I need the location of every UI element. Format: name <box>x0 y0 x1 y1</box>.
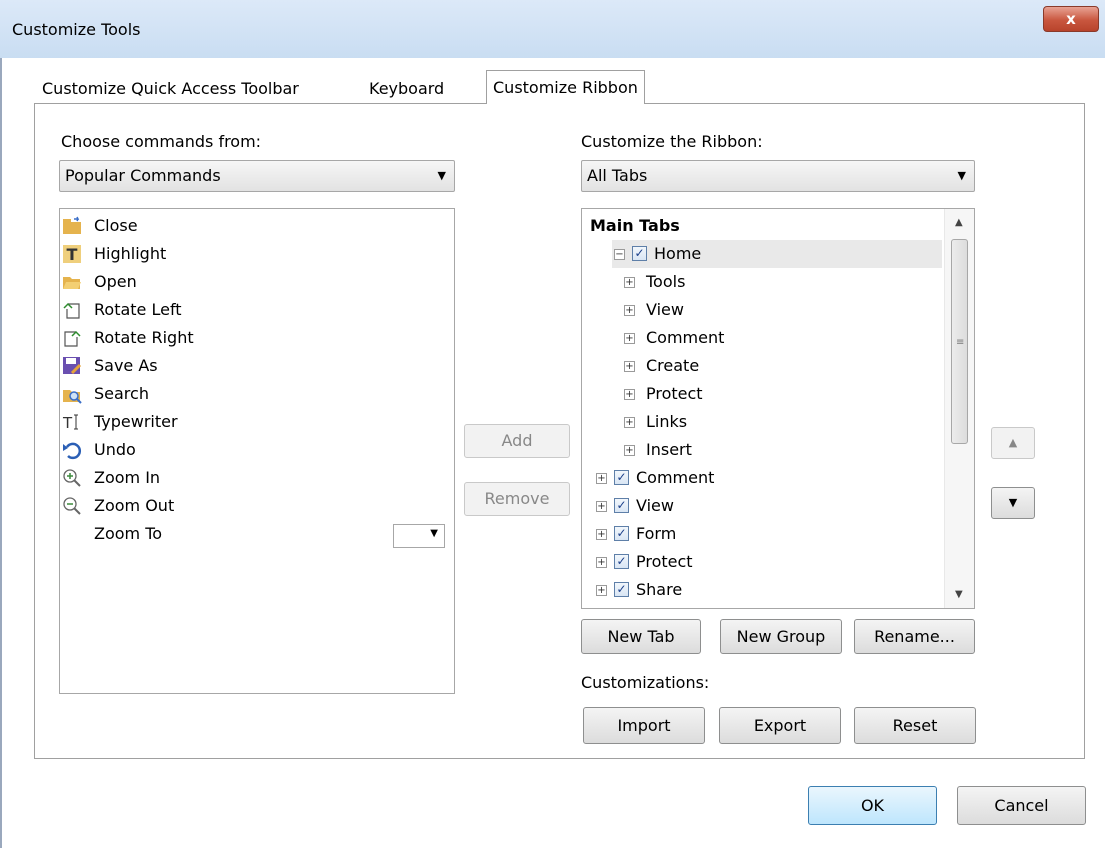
window-title: Customize Tools <box>12 20 141 39</box>
import-button[interactable]: Import <box>583 707 705 744</box>
new-group-button[interactable]: New Group <box>720 619 842 654</box>
customize-ribbon-label: Customize the Ribbon: <box>581 132 763 151</box>
expand-icon[interactable]: + <box>624 389 635 400</box>
tab-keyboard[interactable]: Keyboard <box>369 76 444 102</box>
checkbox-checked-icon[interactable]: ✓ <box>614 582 629 597</box>
tree-item-form-tab[interactable]: + ✓ Form <box>594 520 954 548</box>
rotate-right-icon <box>62 328 82 348</box>
title-bar: Customize Tools x <box>0 0 1105 58</box>
dropdown-arrow-icon: ▼ <box>957 169 966 182</box>
save-as-icon <box>62 356 82 376</box>
checkbox-checked-icon[interactable]: ✓ <box>614 470 629 485</box>
commands-source-value: Popular Commands <box>65 166 221 185</box>
list-item[interactable]: Close <box>60 212 440 240</box>
list-item[interactable]: Save As <box>60 352 440 380</box>
expand-icon[interactable]: + <box>596 557 607 568</box>
grip-icon: ≡ <box>956 337 965 348</box>
collapse-icon[interactable]: − <box>614 249 625 260</box>
choose-commands-label: Choose commands from: <box>61 132 262 151</box>
checkbox-checked-icon[interactable]: ✓ <box>614 526 629 541</box>
tree-item-comment-tab[interactable]: + ✓ Comment <box>594 464 954 492</box>
tree-item-links[interactable]: + Links <box>622 408 974 436</box>
zoom-to-dropdown[interactable]: ▼ <box>393 524 445 548</box>
expand-icon[interactable]: + <box>596 529 607 540</box>
tab-customize-quick-access-toolbar[interactable]: Customize Quick Access Toolbar <box>42 76 299 102</box>
tab-customize-ribbon[interactable]: Customize Ribbon <box>486 70 645 104</box>
checkbox-checked-icon[interactable]: ✓ <box>614 554 629 569</box>
ribbon-tabs-dropdown[interactable]: All Tabs ▼ <box>581 160 975 192</box>
list-item[interactable]: Rotate Left <box>60 296 440 324</box>
open-folder-icon <box>62 272 82 292</box>
zoom-in-icon <box>62 468 82 488</box>
list-item[interactable]: Open <box>60 268 440 296</box>
scroll-up-icon[interactable]: ▲ <box>955 217 963 228</box>
expand-icon[interactable]: + <box>596 473 607 484</box>
triangle-down-icon: ▼ <box>1008 496 1018 509</box>
expand-icon[interactable]: + <box>624 305 635 316</box>
commands-list[interactable]: Close T Highlight Open Rotate Left Rotat… <box>59 208 455 694</box>
checkbox-checked-icon[interactable]: ✓ <box>614 498 629 513</box>
tree-item-tools[interactable]: + Tools <box>622 268 974 296</box>
svg-text:T: T <box>67 245 78 264</box>
close-icon: x <box>1066 10 1076 28</box>
dropdown-arrow-icon: ▼ <box>437 169 446 182</box>
list-item[interactable]: Search <box>60 380 440 408</box>
list-item[interactable]: Zoom Out <box>60 492 440 520</box>
expand-icon[interactable]: + <box>624 361 635 372</box>
list-item[interactable]: Zoom To <box>60 520 440 548</box>
tree-item-view-tab[interactable]: + ✓ View <box>594 492 954 520</box>
checkbox-checked-icon[interactable]: ✓ <box>632 246 647 261</box>
list-item[interactable]: T Highlight <box>60 240 440 268</box>
export-button[interactable]: Export <box>719 707 841 744</box>
undo-icon <box>62 440 82 460</box>
tree-item-share-tab[interactable]: + ✓ Share <box>594 576 954 604</box>
window-edge <box>0 58 2 848</box>
ok-button[interactable]: OK <box>808 786 937 825</box>
commands-source-dropdown[interactable]: Popular Commands ▼ <box>59 160 455 192</box>
tree-item-protect[interactable]: + Protect <box>622 380 974 408</box>
reset-button[interactable]: Reset <box>854 707 976 744</box>
tree-item-home[interactable]: − ✓ Home <box>612 240 942 268</box>
expand-icon[interactable]: + <box>624 445 635 456</box>
expand-icon[interactable]: + <box>596 585 607 596</box>
tree-item-create[interactable]: + Create <box>622 352 974 380</box>
list-item[interactable]: T Typewriter <box>60 408 440 436</box>
list-item[interactable]: Rotate Right <box>60 324 440 352</box>
tree-item-insert[interactable]: + Insert <box>622 436 974 464</box>
tree-item-protect-tab[interactable]: + ✓ Protect <box>594 548 954 576</box>
move-up-button[interactable]: ▲ <box>991 427 1035 459</box>
move-down-button[interactable]: ▼ <box>991 487 1035 519</box>
search-folder-icon <box>62 384 82 404</box>
remove-button[interactable]: Remove <box>464 482 570 516</box>
scroll-thumb[interactable]: ≡ <box>951 239 968 444</box>
rotate-left-icon <box>62 300 82 320</box>
ribbon-tree[interactable]: Main Tabs − ✓ Home + Tools + View + Comm… <box>581 208 975 609</box>
cancel-button[interactable]: Cancel <box>957 786 1086 825</box>
customizations-label: Customizations: <box>581 673 710 692</box>
tab-panel: Choose commands from: Popular Commands ▼… <box>34 103 1085 759</box>
ribbon-tabs-value: All Tabs <box>587 166 648 185</box>
expand-icon[interactable]: + <box>624 277 635 288</box>
list-item[interactable]: Zoom In <box>60 464 440 492</box>
list-item[interactable]: Undo <box>60 436 440 464</box>
rename-button[interactable]: Rename... <box>854 619 975 654</box>
tree-header: Main Tabs <box>590 216 680 235</box>
tree-item-view[interactable]: + View <box>622 296 974 324</box>
close-button[interactable]: x <box>1043 6 1099 32</box>
triangle-up-icon: ▲ <box>1008 436 1018 449</box>
tree-scrollbar[interactable]: ▲ ≡ ▼ <box>944 209 974 608</box>
expand-icon[interactable]: + <box>596 501 607 512</box>
highlight-text-icon: T <box>62 244 82 264</box>
add-button[interactable]: Add <box>464 424 570 458</box>
scroll-down-icon[interactable]: ▼ <box>955 589 963 600</box>
typewriter-icon: T <box>62 412 82 432</box>
zoom-out-icon <box>62 496 82 516</box>
tree-item-comment[interactable]: + Comment <box>622 324 974 352</box>
svg-text:T: T <box>62 414 73 432</box>
expand-icon[interactable]: + <box>624 417 635 428</box>
new-tab-button[interactable]: New Tab <box>581 619 701 654</box>
dropdown-arrow-icon: ▼ <box>430 528 438 539</box>
expand-icon[interactable]: + <box>624 333 635 344</box>
folder-close-icon <box>62 216 82 236</box>
